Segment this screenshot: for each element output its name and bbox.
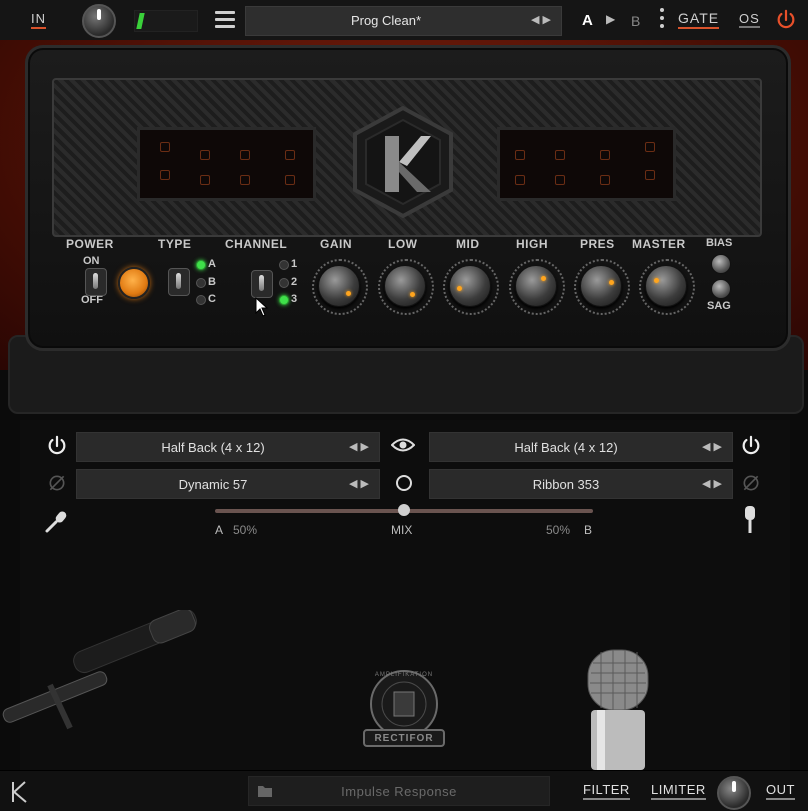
brand-logo-icon (353, 106, 453, 218)
left-cab-arrows-icon[interactable]: ◀ ▶ (349, 440, 369, 453)
right-mic-arrows-icon[interactable]: ◀ ▶ (702, 477, 722, 490)
link-circle-icon[interactable] (395, 474, 413, 492)
channel-2-label: 2 (291, 276, 298, 288)
more-options-icon[interactable] (660, 8, 666, 32)
gain-label: GAIN (320, 237, 352, 251)
ab-slot-b-button[interactable]: B (631, 13, 640, 29)
right-cab-name: Half Back (4 x 12) (514, 440, 618, 455)
impulse-response-label: Impulse Response (341, 784, 457, 799)
tube-window-left (137, 127, 316, 201)
low-knob[interactable] (378, 259, 434, 315)
channel-1-led (279, 260, 289, 270)
preset-selector[interactable]: Prog Clean* ◀ ▶ (245, 6, 562, 36)
channel-2-led (279, 278, 289, 288)
bias-knob[interactable] (711, 254, 731, 274)
type-b-label: B (208, 276, 216, 288)
left-power-icon[interactable] (46, 435, 68, 457)
mix-b-value: 50% (546, 523, 571, 537)
sag-label: SAG (707, 300, 731, 312)
left-mic-arrows-icon[interactable]: ◀ ▶ (349, 477, 369, 490)
left-cab-name: Half Back (4 x 12) (161, 440, 265, 455)
preset-arrows-icon[interactable]: ◀ ▶ (531, 13, 551, 26)
right-mic-name: Ribbon 353 (532, 477, 600, 492)
left-mic-icon[interactable] (44, 508, 70, 534)
presence-label: PRES (580, 237, 615, 251)
sag-knob[interactable] (711, 279, 731, 299)
ribbon-mic-image (587, 649, 649, 770)
type-toggle[interactable] (168, 268, 190, 296)
preset-name: Prog Clean* (350, 13, 422, 28)
mix-label: MIX (391, 523, 413, 537)
right-power-icon[interactable] (740, 435, 762, 457)
low-label: LOW (388, 237, 418, 251)
left-cab-selector[interactable]: Half Back (4 x 12) ◀ ▶ (76, 432, 380, 462)
mix-a-label: A (215, 523, 224, 537)
master-knob[interactable] (639, 259, 695, 315)
type-a-led (196, 260, 206, 270)
left-mic-selector[interactable]: Dynamic 57 ◀ ▶ (76, 469, 380, 499)
high-label: HIGH (516, 237, 548, 251)
eye-icon[interactable] (391, 436, 415, 454)
output-gain-knob[interactable] (717, 776, 751, 810)
gate-button[interactable]: GATE (678, 10, 720, 29)
power-label: POWER (66, 237, 114, 251)
power-toggle[interactable] (85, 268, 107, 296)
mid-knob[interactable] (443, 259, 499, 315)
power-icon[interactable] (775, 9, 797, 31)
oversampling-button[interactable]: OS (739, 11, 760, 28)
mix-a-value: 50% (233, 523, 258, 537)
tube-window-right (497, 127, 676, 201)
dynamic-mic-image (2, 610, 197, 730)
top-bar: IN Prog Clean* ◀ ▶ A ▶ B GATE OS (0, 0, 808, 41)
right-cab-selector[interactable]: Half Back (4 x 12) ◀ ▶ (429, 432, 733, 462)
brand-badge-text: RECTIFOR (374, 733, 434, 744)
input-meter (134, 10, 198, 32)
ab-slot-a-button[interactable]: A (582, 12, 593, 29)
hamburger-menu-icon[interactable] (215, 11, 235, 29)
output-label[interactable]: OUT (766, 782, 795, 800)
mid-label: MID (456, 237, 480, 251)
right-cab-arrows-icon[interactable]: ◀ ▶ (702, 440, 722, 453)
power-lamp (118, 267, 150, 299)
mouse-cursor-icon (255, 297, 269, 317)
right-mic-icon[interactable] (742, 505, 758, 535)
mix-b-label: B (584, 523, 593, 537)
channel-3-label: 3 (291, 293, 298, 305)
channel-3-led (279, 295, 289, 305)
input-label[interactable]: IN (31, 11, 46, 29)
type-c-label: C (208, 293, 216, 305)
left-mic-name: Dynamic 57 (178, 477, 248, 492)
type-c-led (196, 295, 206, 305)
bias-label: BIAS (706, 237, 733, 249)
channel-1-label: 1 (291, 258, 298, 270)
channel-toggle[interactable] (251, 270, 273, 298)
power-on-label: ON (83, 255, 100, 267)
impulse-response-loader[interactable]: Impulse Response (248, 776, 550, 806)
master-label: MASTER (632, 237, 686, 251)
filter-button[interactable]: FILTER (583, 782, 630, 800)
ab-copy-arrow-icon[interactable]: ▶ (606, 12, 615, 26)
input-gain-knob[interactable] (82, 4, 116, 38)
type-label: TYPE (158, 237, 192, 251)
gain-knob[interactable] (312, 259, 368, 315)
right-phase-icon[interactable] (741, 473, 761, 493)
type-b-led (196, 278, 206, 288)
high-knob[interactable] (509, 259, 565, 315)
limiter-button[interactable]: LIMITER (651, 782, 706, 800)
mix-slider-thumb[interactable] (398, 504, 410, 516)
channel-label: CHANNEL (225, 237, 288, 251)
type-a-label: A (208, 258, 216, 270)
brand-logo-small-icon[interactable] (8, 780, 30, 804)
left-phase-icon[interactable] (47, 473, 67, 493)
presence-knob[interactable] (574, 259, 630, 315)
right-mic-selector[interactable]: Ribbon 353 ◀ ▶ (429, 469, 733, 499)
brand-arc-text: AMPLIFIKATION (374, 672, 434, 678)
